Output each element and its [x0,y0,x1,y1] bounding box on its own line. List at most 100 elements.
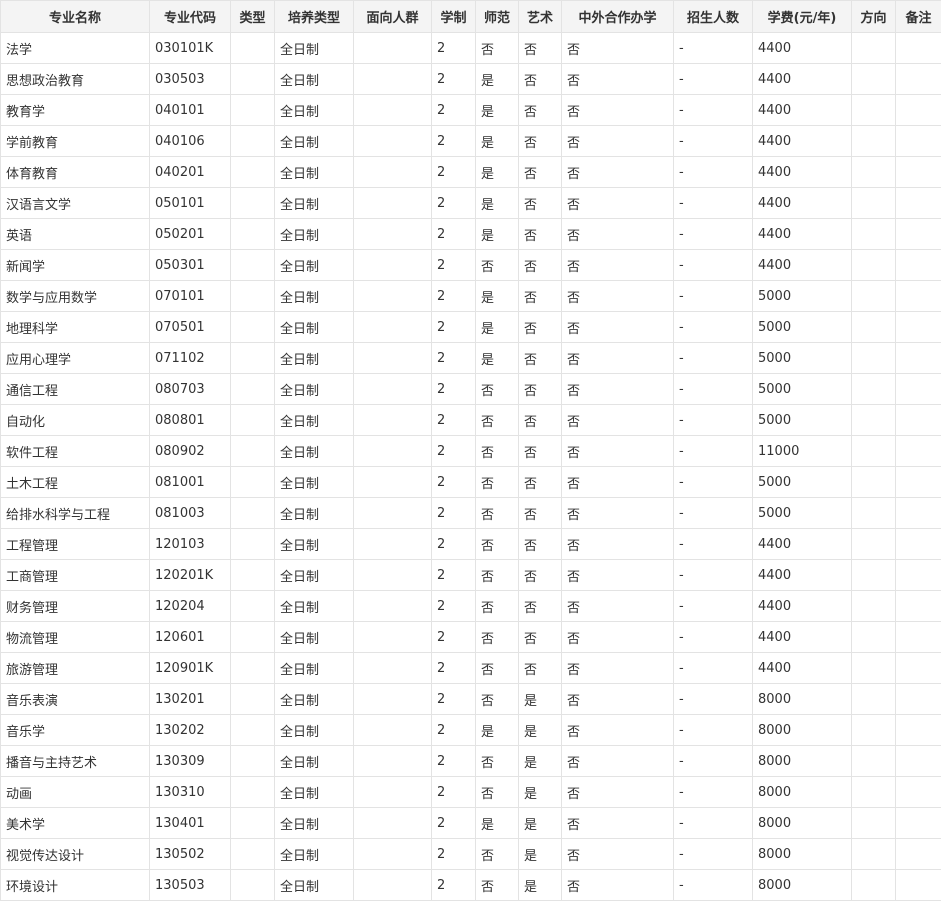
cell-tuition: 8000 [752,838,852,870]
table-row: 汉语言文学 050101 全日制 2 是否否 -4400 [0,187,941,219]
cell-major-name: 英语 [0,218,150,250]
cell-joint-program: 否 [561,249,674,281]
cell-type [230,125,275,157]
cell-training-type: 全日制 [274,807,354,839]
cell-enrollment: - [673,404,753,436]
cell-enrollment: - [673,652,753,684]
cell-major-code: 120201K [149,559,231,591]
cell-duration: 2 [431,156,476,188]
cell-remarks [895,807,941,839]
cell-training-type: 全日制 [274,466,354,498]
table-row: 学前教育 040106 全日制 2 是否否 -4400 [0,125,941,157]
header-target-group: 面向人群 [353,0,432,33]
cell-major-name: 应用心理学 [0,342,150,374]
cell-direction [851,373,896,405]
cell-enrollment: - [673,125,753,157]
cell-target-group [353,63,432,95]
header-tuition: 学费(元/年) [752,0,852,33]
cell-major-name: 视觉传达设计 [0,838,150,870]
cell-major-code: 081001 [149,466,231,498]
cell-enrollment: - [673,187,753,219]
cell-direction [851,745,896,777]
cell-major-code: 120204 [149,590,231,622]
cell-remarks [895,838,941,870]
cell-duration: 2 [431,125,476,157]
cell-type [230,807,275,839]
cell-joint-program: 否 [561,869,674,901]
cell-joint-program: 否 [561,404,674,436]
cell-joint-program: 否 [561,280,674,312]
cell-major-code: 130201 [149,683,231,715]
cell-joint-program: 否 [561,559,674,591]
cell-enrollment: - [673,63,753,95]
cell-training-type: 全日制 [274,156,354,188]
cell-tuition: 4400 [752,621,852,653]
cell-art: 是 [518,838,562,870]
cell-target-group [353,621,432,653]
cell-direction [851,435,896,467]
cell-major-name: 播音与主持艺术 [0,745,150,777]
cell-art: 否 [518,63,562,95]
header-joint-program: 中外合作办学 [561,0,674,33]
cell-training-type: 全日制 [274,652,354,684]
cell-art: 否 [518,187,562,219]
cell-normal-school: 是 [475,342,519,374]
cell-target-group [353,745,432,777]
cell-joint-program: 否 [561,683,674,715]
cell-art: 否 [518,311,562,343]
cell-art: 否 [518,528,562,560]
cell-tuition: 8000 [752,745,852,777]
cell-normal-school: 否 [475,528,519,560]
header-type: 类型 [230,0,275,33]
cell-remarks [895,869,941,901]
cell-joint-program: 否 [561,838,674,870]
cell-joint-program: 否 [561,187,674,219]
cell-training-type: 全日制 [274,745,354,777]
cell-remarks [895,776,941,808]
cell-direction [851,125,896,157]
cell-normal-school: 是 [475,807,519,839]
cell-direction [851,218,896,250]
cell-tuition: 8000 [752,807,852,839]
cell-major-code: 130502 [149,838,231,870]
cell-direction [851,466,896,498]
cell-major-name: 思想政治教育 [0,63,150,95]
cell-major-name: 学前教育 [0,125,150,157]
cell-remarks [895,652,941,684]
cell-tuition: 8000 [752,714,852,746]
cell-enrollment: - [673,249,753,281]
table-row: 土木工程 081001 全日制 2 否否否 -5000 [0,466,941,498]
table-row: 应用心理学 071102 全日制 2 是否否 -5000 [0,342,941,374]
cell-type [230,373,275,405]
cell-tuition: 5000 [752,311,852,343]
cell-major-code: 040106 [149,125,231,157]
cell-major-code: 030503 [149,63,231,95]
cell-enrollment: - [673,218,753,250]
cell-target-group [353,94,432,126]
cell-major-code: 120103 [149,528,231,560]
cell-joint-program: 否 [561,342,674,374]
cell-joint-program: 否 [561,776,674,808]
cell-target-group [353,838,432,870]
cell-tuition: 4400 [752,156,852,188]
cell-training-type: 全日制 [274,869,354,901]
cell-type [230,497,275,529]
cell-enrollment: - [673,311,753,343]
cell-target-group [353,807,432,839]
cell-joint-program: 否 [561,745,674,777]
cell-remarks [895,435,941,467]
cell-direction [851,187,896,219]
cell-training-type: 全日制 [274,621,354,653]
table-header: 专业名称 专业代码 类型 培养类型 面向人群 学制 师范 艺术 中外合作办学 招… [0,0,941,33]
cell-remarks [895,466,941,498]
cell-enrollment: - [673,342,753,374]
cell-remarks [895,745,941,777]
cell-major-name: 软件工程 [0,435,150,467]
cell-major-code: 130503 [149,869,231,901]
cell-normal-school: 否 [475,373,519,405]
cell-type [230,652,275,684]
cell-remarks [895,404,941,436]
cell-remarks [895,497,941,529]
cell-tuition: 5000 [752,404,852,436]
cell-normal-school: 是 [475,156,519,188]
